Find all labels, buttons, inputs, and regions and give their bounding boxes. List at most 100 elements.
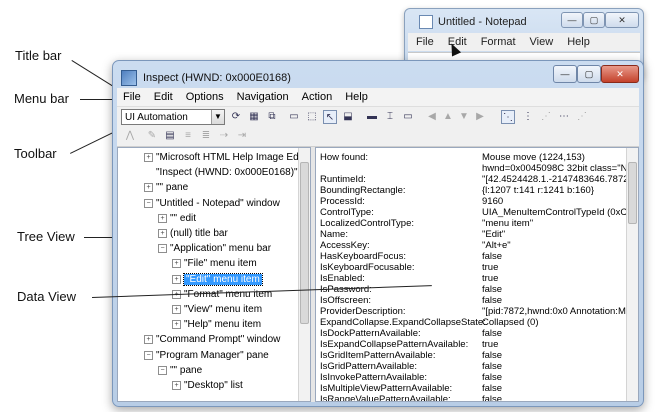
tree-item[interactable]: + "View" menu item	[172, 304, 262, 315]
menu-help[interactable]: Help	[345, 91, 368, 103]
notepad-minimize-button[interactable]: —	[561, 12, 583, 28]
collapse-icon[interactable]: −	[158, 244, 167, 254]
inspect-window[interactable]: Inspect (HWND: 0x000E0168) — ▢ ✕ File Ed…	[112, 60, 644, 407]
tool-c-icon[interactable]: ▤	[163, 129, 177, 143]
property-row[interactable]: IsRangeValuePatternAvailable: false	[320, 394, 626, 401]
next-sibling-icon[interactable]: ⋯	[557, 110, 571, 124]
tooltip-icon[interactable]: ▭	[401, 110, 415, 124]
property-row[interactable]: RuntimeId: "[42.4524428.1.-2147483646.787…	[320, 174, 631, 185]
menu-navigation[interactable]: Navigation	[237, 91, 289, 103]
parent-icon[interactable]: ⋮	[521, 110, 535, 124]
tree-item[interactable]: − "" pane	[158, 365, 202, 376]
arrow-right-icon[interactable]: ▶	[473, 110, 487, 124]
mode-combobox[interactable]: UI Automation ▼	[121, 109, 225, 125]
last-child-icon[interactable]: ⋰	[575, 110, 589, 124]
arrow-up-icon[interactable]: ▲	[441, 110, 455, 124]
notepad-close-button[interactable]: ✕	[605, 12, 639, 28]
data-scrollbar[interactable]	[626, 148, 638, 401]
maximize-button[interactable]: ▢	[577, 65, 601, 83]
hover-icon[interactable]: ⬓	[341, 110, 355, 124]
notepad-menu-format[interactable]: Format	[481, 36, 516, 48]
property-row[interactable]: IsExpandCollapsePatternAvailable: true	[320, 339, 626, 350]
property-row[interactable]: IsKeyboardFocusable: true	[320, 262, 626, 273]
expand-icon[interactable]: +	[172, 381, 181, 390]
tree-item[interactable]: + (null) title bar	[158, 228, 228, 239]
tree-scrollbar-thumb[interactable]	[300, 162, 309, 324]
tree-item[interactable]: + "Microsoft HTML Help Image Ed	[144, 152, 299, 163]
chevron-down-icon[interactable]: ▼	[211, 110, 224, 124]
property-row[interactable]: IsOffscreen: false	[320, 295, 626, 306]
tree-view[interactable]: +"Microsoft HTML Help Image Ed +"Inspect …	[117, 147, 311, 402]
property-row[interactable]: How found: Mouse move (1224,153)	[320, 152, 626, 163]
focus-rectangle-icon[interactable]: ⬚	[305, 110, 319, 124]
property-row[interactable]: ProviderDescription: "[pid:7872,hwnd:0x0 …	[320, 306, 633, 317]
collapse-icon[interactable]: −	[144, 350, 153, 360]
menu-file[interactable]: File	[123, 91, 141, 103]
notepad-title-bar[interactable]: Untitled - Notepad	[419, 15, 527, 29]
expand-icon[interactable]: +	[144, 153, 153, 162]
property-row[interactable]: IsPassword: false	[320, 284, 626, 295]
expand-icon[interactable]: +	[172, 259, 181, 269]
property-row[interactable]: IsGridPatternAvailable: false	[320, 361, 626, 372]
notepad-menu-view[interactable]: View	[530, 36, 554, 48]
tree-item[interactable]: + "" edit	[158, 213, 196, 224]
refresh-icon[interactable]: ⟳	[229, 110, 243, 124]
tree-item[interactable]: +"Inspect (HWND: 0x000E0168)" w	[144, 167, 308, 178]
property-row[interactable]: IsDockPatternAvailable: false	[320, 328, 626, 339]
property-row[interactable]: LocalizedControlType: "menu item"	[320, 218, 626, 229]
tree-item[interactable]: − "Untitled - Notepad" window	[144, 198, 280, 209]
menu-options[interactable]: Options	[186, 91, 224, 103]
data-scrollbar-thumb[interactable]	[628, 162, 637, 224]
property-row[interactable]: ControlType: UIA_MenuItemControlTypeId (0…	[320, 207, 638, 218]
tool-a-icon[interactable]: ⋀	[123, 129, 137, 143]
tree-item[interactable]: + "Desktop" list	[172, 380, 243, 391]
tool-d-icon[interactable]: ≡	[181, 129, 195, 143]
expand-icon[interactable]: +	[144, 183, 153, 193]
expand-icon[interactable]: +	[172, 305, 181, 314]
highlight-icon[interactable]: ▬	[365, 110, 379, 124]
notepad-maximize-button[interactable]: ▢	[583, 12, 605, 28]
property-row[interactable]: IsInvokePatternAvailable: false	[320, 372, 626, 383]
expand-icon[interactable]: +	[144, 335, 153, 345]
menu-edit[interactable]: Edit	[154, 91, 173, 103]
menu-action[interactable]: Action	[302, 91, 333, 103]
property-row[interactable]: IsEnabled: true	[320, 273, 626, 284]
expand-icon[interactable]: +	[172, 320, 181, 330]
property-row[interactable]: Name: "Edit"	[320, 229, 626, 240]
tool-g-icon[interactable]: ⇥	[235, 129, 249, 143]
collapse-icon[interactable]: −	[158, 365, 167, 375]
tool-f-icon[interactable]: ⇢	[217, 129, 231, 143]
tree-item[interactable]: − "Application" menu bar	[158, 243, 271, 254]
first-child-icon[interactable]: ⋰	[539, 110, 553, 124]
property-row[interactable]: IsMultipleViewPatternAvailable: false	[320, 383, 626, 394]
tree-item[interactable]: + "Edit" menu item	[172, 272, 263, 286]
expand-icon[interactable]: +	[158, 213, 167, 223]
data-view[interactable]: How found: Mouse move (1224,153) hwnd=0x00…	[315, 147, 639, 402]
arrow-down-icon[interactable]: ▼	[457, 110, 471, 124]
copy-icon[interactable]: ⧉	[265, 110, 279, 124]
property-row[interactable]: BoundingRectangle: {l:1207 t:141 r:1241 b…	[320, 185, 626, 196]
property-row[interactable]: AccessKey: "Alt+e"	[320, 240, 626, 251]
property-row[interactable]: ExpandCollapse.ExpandCollapseState: Colla…	[320, 317, 626, 328]
property-row[interactable]: hwnd=0x0045098C 32bit class="No	[320, 163, 633, 174]
collapse-icon[interactable]: −	[144, 198, 153, 208]
pointer-icon[interactable]: ↖	[323, 110, 337, 124]
property-row[interactable]: ProcessId: 9160	[320, 196, 626, 207]
properties-icon[interactable]: ▦	[247, 110, 261, 124]
property-row[interactable]: IsGridItemPatternAvailable: false	[320, 350, 626, 361]
tree-scrollbar[interactable]	[298, 148, 310, 401]
minimize-button[interactable]: —	[553, 65, 577, 83]
notepad-menu-file[interactable]: File	[416, 36, 434, 48]
expand-icon[interactable]: +	[158, 229, 167, 238]
close-button[interactable]: ✕	[601, 65, 639, 83]
rectangle-icon[interactable]: ▭	[287, 110, 301, 124]
arrow-left-icon[interactable]: ◀	[425, 110, 439, 124]
tool-e-icon[interactable]: ≣	[199, 129, 213, 143]
tool-b-icon[interactable]: ✎	[145, 129, 159, 143]
inspect-title-bar[interactable]: Inspect (HWND: 0x000E0168)	[121, 70, 291, 86]
tree-item[interactable]: + "Help" menu item	[172, 319, 261, 330]
expand-icon[interactable]: +	[172, 274, 181, 284]
tree-item[interactable]: + "File" menu item	[172, 258, 257, 269]
caret-icon[interactable]: ⌶	[383, 110, 397, 124]
tree-navigation-icon[interactable]: ⋱	[501, 110, 515, 124]
